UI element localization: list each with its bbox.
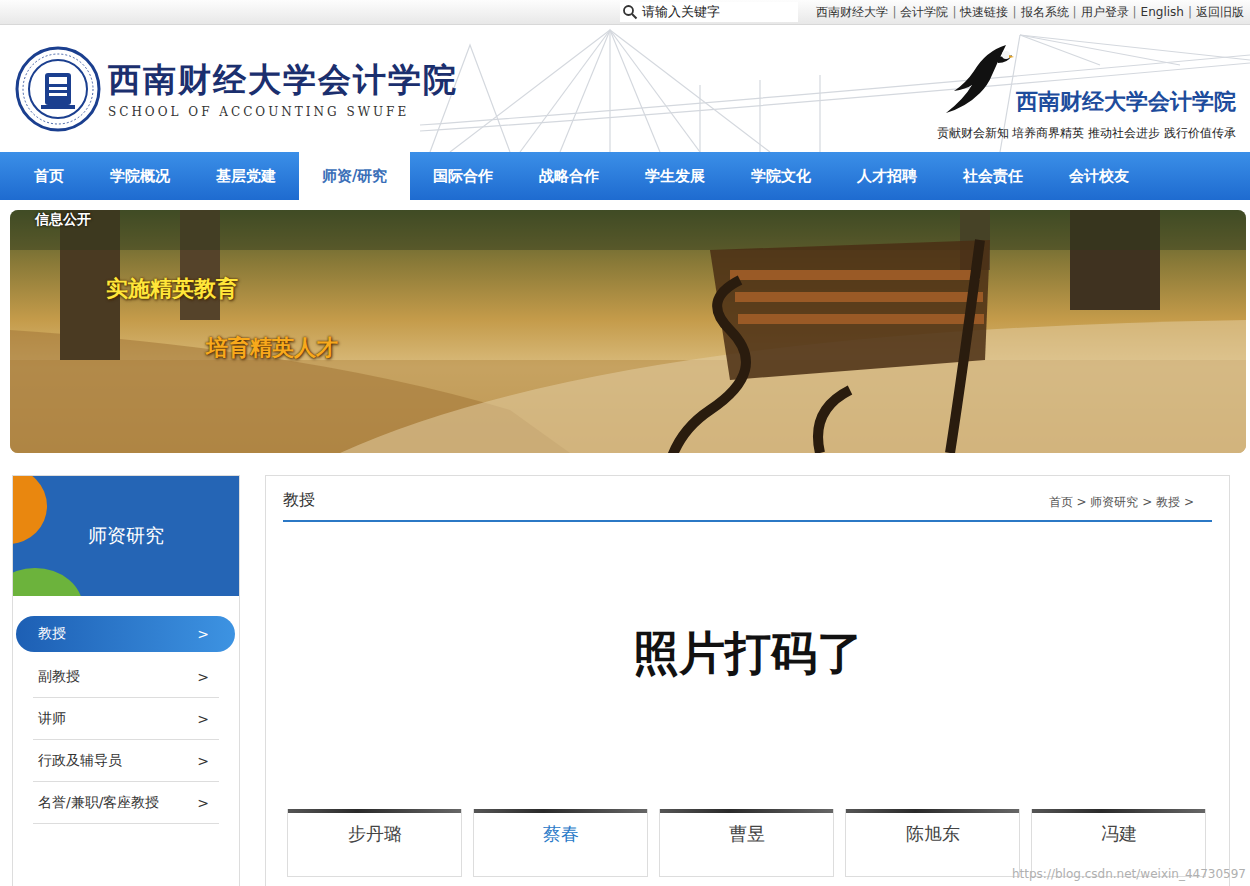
top-link[interactable]: 返回旧版: [1196, 4, 1244, 21]
banner: 信息公开实施精英教育培育精英人才: [10, 210, 1246, 453]
sidebar: 师资研究教授 > 副教授 > 讲师 > 行政及辅导员 > 名誉/兼职/客座教授 >: [12, 475, 240, 886]
sidebar-list: 教授 > 副教授 > 讲师 > 行政及辅导员 > 名誉/兼职/客座教授 >: [13, 596, 239, 824]
link-separator: |: [1073, 5, 1077, 19]
sidebar-item-label: 教授: [38, 625, 66, 643]
sidebar-item[interactable]: 名誉/兼职/客座教授 >: [33, 782, 219, 824]
sidebar-item-label: 名誉/兼职/客座教授: [38, 794, 159, 812]
page-title: 教授: [283, 490, 315, 511]
nav-item[interactable]: 师资/研究: [299, 152, 410, 200]
sidebar-item[interactable]: 教授 >: [16, 616, 235, 652]
top-link[interactable]: 会计学院: [900, 4, 948, 21]
sidebar-header: 师资研究: [13, 476, 239, 596]
main-panel: 教授 首页 > 师资研究 > 教授 > 照片打码了步丹璐蔡春曹昱陈旭东冯建: [265, 475, 1230, 886]
top-bar: 请输入关键字 西南财经大学 | 会计学院 | 快速链接 | 报名系统 | 用户登录 | English…: [0, 0, 1250, 25]
brand-title: 西南财经大学会计学院: [1016, 87, 1236, 117]
top-link[interactable]: 用户登录: [1081, 4, 1129, 21]
sidebar-item-label: 副教授: [38, 668, 80, 686]
link-separator: |: [952, 5, 956, 19]
breadcrumb[interactable]: 首页 > 师资研究 > 教授 >: [1049, 494, 1212, 511]
sidebar-item[interactable]: 讲师 >: [33, 698, 219, 740]
notice-text: 照片打码了: [283, 522, 1212, 809]
banner-slogan: 实施精英教育: [106, 274, 238, 304]
nav-item[interactable]: 首页: [11, 152, 87, 200]
person-photo: [846, 809, 1019, 813]
person-photo: [1032, 809, 1205, 813]
top-link[interactable]: 西南财经大学: [816, 4, 888, 21]
content-area: 师资研究教授>副教授>讲师>行政及辅导员>名誉/兼职/客座教授>教授首页 > 师…: [0, 475, 1250, 886]
logo-title: 西南财经大学会计学院: [108, 58, 458, 103]
logo-subtitle: SCHOOL OF ACCOUNTING SWUFE: [108, 105, 458, 119]
header-slogan: 贡献财会新知 培养商界精英 推动社会进步 践行价值传承: [937, 125, 1236, 142]
main-nav: 首页学院概况基层党建师资/研究国际合作战略合作学生发展学院文化人才招聘社会责任会…: [0, 152, 1250, 200]
watermark: https://blog.csdn.net/weixin_44730597: [1012, 867, 1246, 881]
link-separator: |: [892, 5, 896, 19]
logo[interactable]: 西南财经大学会计学院 SCHOOL OF ACCOUNTING SWUFE: [15, 46, 458, 132]
chevron-icon: >: [197, 753, 209, 769]
nav-item[interactable]: 学院概况: [87, 152, 193, 200]
chevron-icon: >: [197, 669, 209, 685]
top-link[interactable]: 报名系统: [1021, 4, 1069, 21]
person-card[interactable]: 陈旭东: [845, 809, 1020, 877]
person-name[interactable]: 蔡春: [474, 813, 647, 876]
chevron-icon: >: [197, 626, 209, 642]
school-emblem-icon: [15, 46, 101, 132]
person-photo: [660, 809, 833, 813]
person-name[interactable]: 曹昱: [660, 813, 833, 876]
person-photo: [474, 809, 647, 813]
nav-item[interactable]: 人才招聘: [834, 152, 940, 200]
main-header: 教授 首页 > 师资研究 > 教授 >: [283, 476, 1212, 522]
banner-slogan: 培育精英人才: [206, 333, 338, 363]
info-public-link[interactable]: 信息公开: [35, 211, 91, 229]
search-icon: [622, 4, 638, 20]
link-separator: |: [1012, 5, 1016, 19]
site-header: 西南财经大学会计学院SCHOOL OF ACCOUNTING SWUFE西南财经…: [0, 25, 1250, 152]
sidebar-item-label: 行政及辅导员: [38, 752, 122, 770]
person-card[interactable]: 冯建: [1031, 809, 1206, 877]
chevron-icon: >: [197, 711, 209, 727]
nav-item[interactable]: 社会责任: [940, 152, 1046, 200]
chevron-icon: >: [197, 795, 209, 811]
people-grid: 步丹璐蔡春曹昱陈旭东冯建: [283, 809, 1212, 877]
brand-block: 西南财经大学会计学院贡献财会新知 培养商界精英 推动社会进步 践行价值传承: [936, 41, 1236, 152]
link-separator: |: [1188, 5, 1192, 19]
nav-item[interactable]: 会计校友: [1046, 152, 1152, 200]
nav-item[interactable]: 学生发展: [622, 152, 728, 200]
nav-item[interactable]: 国际合作: [410, 152, 516, 200]
nav-item[interactable]: 基层党建: [193, 152, 299, 200]
sidebar-item[interactable]: 行政及辅导员 >: [33, 740, 219, 782]
sidebar-item[interactable]: 副教授 >: [33, 656, 219, 698]
person-name[interactable]: 陈旭东: [846, 813, 1019, 876]
nav-item[interactable]: 学院文化: [728, 152, 834, 200]
link-separator: |: [1133, 5, 1137, 19]
top-link[interactable]: English: [1141, 5, 1184, 19]
person-card[interactable]: 曹昱: [659, 809, 834, 877]
person-card[interactable]: 步丹璐: [287, 809, 462, 877]
person-photo: [288, 809, 461, 813]
sidebar-title: 师资研究: [88, 523, 164, 549]
banner-photo: [10, 210, 1246, 453]
person-card[interactable]: 蔡春: [473, 809, 648, 877]
person-name[interactable]: 冯建: [1032, 813, 1205, 876]
nav-item[interactable]: 战略合作: [516, 152, 622, 200]
sidebar-item-label: 讲师: [38, 710, 66, 728]
search-box[interactable]: 请输入关键字: [620, 2, 798, 22]
eagle-icon: [936, 41, 1016, 121]
search-input[interactable]: 请输入关键字: [642, 3, 720, 21]
top-links: 西南财经大学 | 会计学院 | 快速链接 | 报名系统 | 用户登录 | English | 返回旧版: [816, 4, 1244, 21]
person-name[interactable]: 步丹璐: [288, 813, 461, 876]
top-link[interactable]: 快速链接: [960, 4, 1008, 21]
